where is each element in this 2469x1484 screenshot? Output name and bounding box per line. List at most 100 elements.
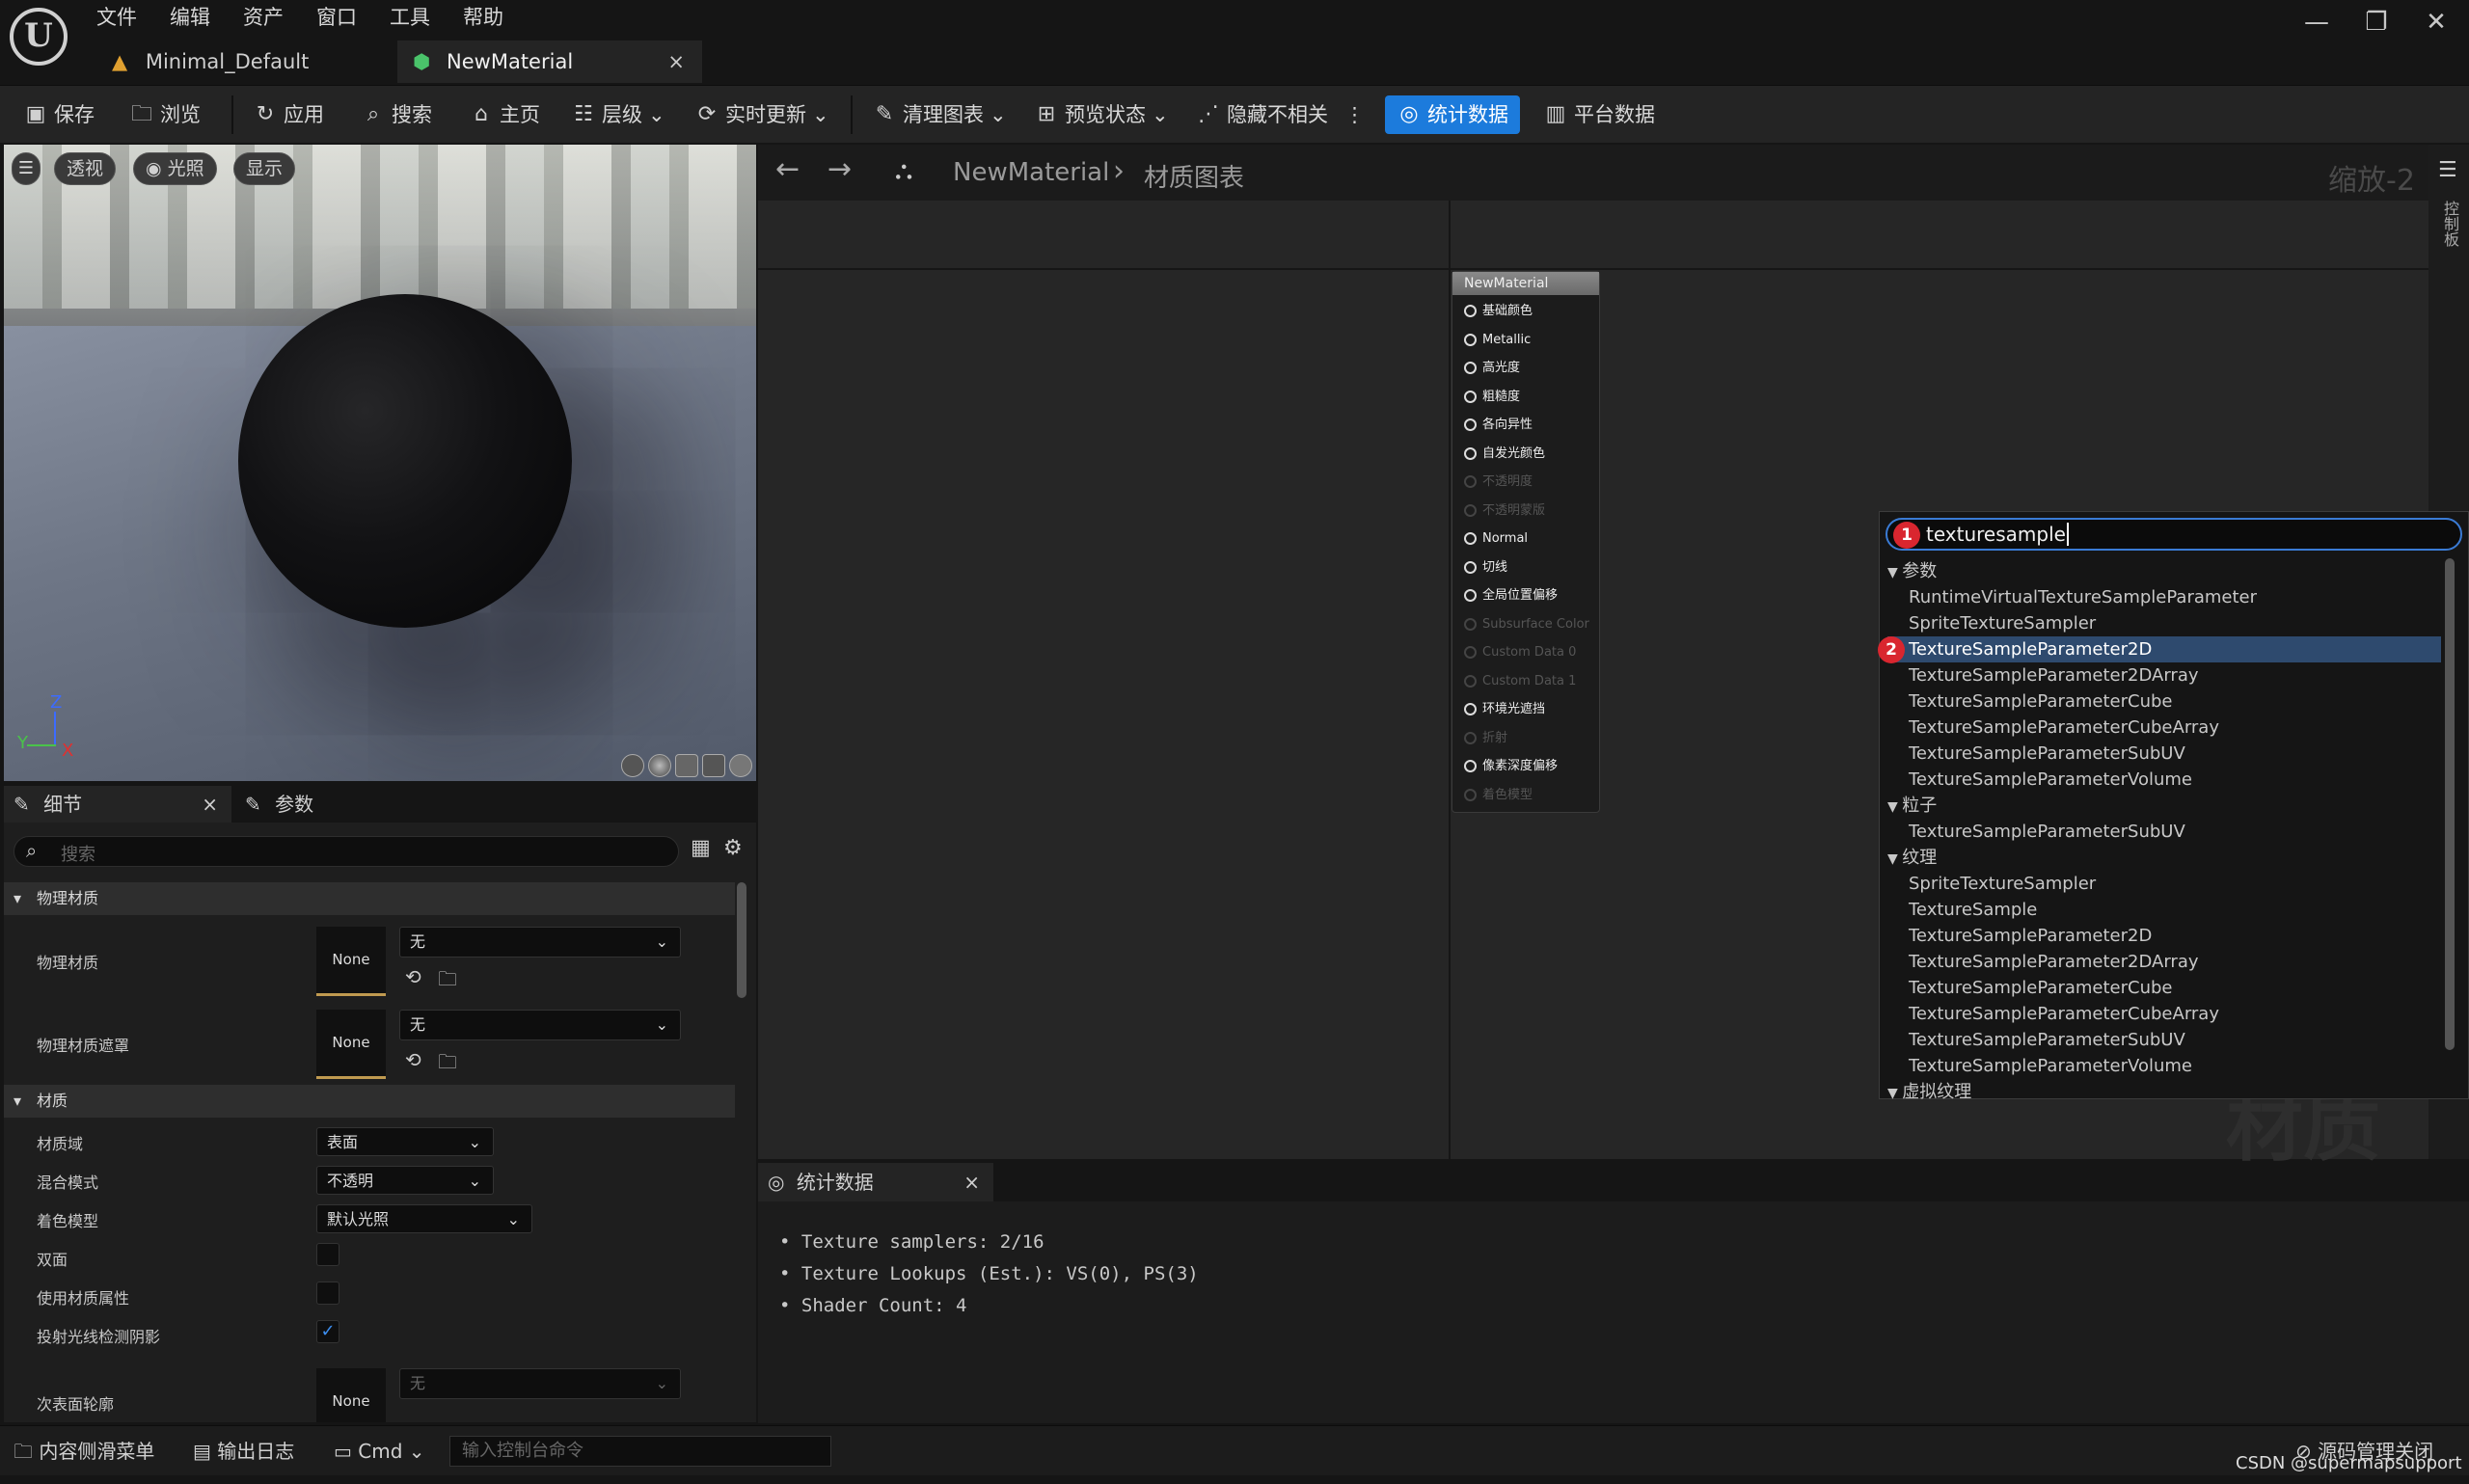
pin-circle-icon[interactable] bbox=[1464, 674, 1477, 688]
minimize-button[interactable]: — bbox=[2297, 8, 2336, 37]
browse-asset-icon[interactable]: 🗀 bbox=[438, 1048, 457, 1081]
settings-gear-icon[interactable]: ⚙ bbox=[723, 836, 743, 860]
material-domain-combo[interactable]: 表面 ⌄ bbox=[316, 1127, 494, 1156]
preview-state-dropdown[interactable]: ⊞ 预览状态 ⌄ bbox=[1034, 95, 1169, 134]
show-button[interactable]: 显示 bbox=[233, 152, 296, 185]
pin-circle-icon[interactable] bbox=[1464, 475, 1477, 488]
pin-circle-icon[interactable] bbox=[1464, 532, 1477, 545]
use-selected-icon[interactable]: ⟲ bbox=[405, 965, 421, 988]
node-pin[interactable]: 像素深度偏移 bbox=[1464, 752, 1558, 780]
node-pin[interactable]: 折射 bbox=[1464, 724, 1507, 752]
node-search-result[interactable]: TextureSampleParameter2DArray bbox=[1909, 662, 2199, 688]
apply-button[interactable]: ↻ 应用 bbox=[253, 95, 324, 134]
pin-circle-icon[interactable] bbox=[1464, 560, 1477, 574]
pin-circle-icon[interactable] bbox=[1464, 731, 1477, 744]
close-tab-icon[interactable]: × bbox=[963, 1163, 980, 1201]
breadcrumb-graph[interactable]: 材质图表 bbox=[1144, 158, 1244, 194]
node-search-result[interactable]: TextureSampleParameterCube bbox=[1909, 975, 2173, 1001]
breadcrumb-material[interactable]: NewMaterial bbox=[953, 158, 1109, 187]
pin-circle-icon[interactable] bbox=[1464, 418, 1477, 431]
live-update-dropdown[interactable]: ⟳ 实时更新 ⌄ bbox=[694, 95, 829, 134]
node-search-result[interactable]: TextureSampleParameter2D bbox=[1909, 923, 2152, 949]
menu-tools[interactable]: 工具 bbox=[390, 2, 430, 31]
category-header[interactable]: ▼ 粒子 bbox=[1887, 793, 1937, 819]
menu-file[interactable]: 文件 bbox=[96, 2, 137, 31]
node-pin[interactable]: 不透明度 bbox=[1464, 468, 1533, 496]
node-search-result[interactable]: TextureSampleParameterSubUV bbox=[1909, 741, 2185, 767]
node-search-result[interactable]: TextureSampleParameterCube bbox=[1909, 688, 2173, 715]
node-pin[interactable]: 不透明蒙版 bbox=[1464, 497, 1545, 525]
preview-viewport[interactable]: ☰ 透视 ◉ 光照 显示 Z Y X bbox=[4, 145, 756, 781]
cube-icon[interactable] bbox=[702, 754, 725, 777]
phys-mask-combo[interactable]: 无 ⌄ bbox=[399, 1010, 681, 1040]
menu-edit[interactable]: 编辑 bbox=[170, 2, 210, 31]
menu-window[interactable]: 窗口 bbox=[316, 2, 357, 31]
pin-circle-icon[interactable] bbox=[1464, 760, 1477, 772]
pin-circle-icon[interactable] bbox=[1464, 333, 1477, 346]
tab-minimal-default[interactable]: ▲ Minimal_Default bbox=[96, 40, 395, 83]
pin-circle-icon[interactable] bbox=[1464, 446, 1477, 460]
pin-circle-icon[interactable] bbox=[1464, 362, 1477, 374]
palette-menu-icon[interactable]: ☰ bbox=[2438, 158, 2457, 182]
node-pin[interactable]: Custom Data 1 bbox=[1464, 667, 1576, 695]
cmd-dropdown[interactable]: ▭ Cmd ⌄ bbox=[334, 1434, 425, 1469]
hierarchy-dropdown[interactable]: ☷ 层级 ⌄ bbox=[571, 95, 665, 134]
popup-scrollbar[interactable] bbox=[2445, 558, 2455, 1050]
node-pin[interactable]: 粗糙度 bbox=[1464, 383, 1520, 411]
cast-ray-traced-shadows-checkbox[interactable]: ✓ bbox=[316, 1320, 339, 1343]
section-material[interactable]: ▾ 材质 bbox=[4, 1085, 735, 1118]
node-pin[interactable]: Custom Data 0 bbox=[1464, 638, 1576, 666]
sphere-icon[interactable] bbox=[648, 754, 671, 777]
use-material-attributes-checkbox[interactable] bbox=[316, 1282, 339, 1305]
palette-tab[interactable]: 控制板 bbox=[2438, 201, 2461, 247]
forward-arrow-icon[interactable]: → bbox=[828, 152, 852, 186]
shading-model-combo[interactable]: 默认光照 ⌄ bbox=[316, 1204, 532, 1233]
phys-mask-thumbnail[interactable]: None bbox=[316, 1010, 386, 1079]
pin-circle-icon[interactable] bbox=[1464, 390, 1477, 403]
node-pin[interactable]: 全局位置偏移 bbox=[1464, 581, 1558, 609]
node-pin[interactable]: Subsurface Color bbox=[1464, 610, 1589, 638]
browse-asset-icon[interactable]: 🗀 bbox=[438, 965, 457, 998]
node-pin[interactable]: 切线 bbox=[1464, 553, 1507, 581]
subsurface-profile-thumbnail[interactable]: None bbox=[316, 1368, 386, 1422]
output-log-button[interactable]: ▤ 输出日志 bbox=[193, 1434, 294, 1469]
tab-stats[interactable]: ◎ 统计数据 × bbox=[758, 1163, 993, 1201]
node-search-result[interactable]: TextureSampleParameter2DArray bbox=[1909, 949, 2199, 975]
plane-icon[interactable] bbox=[675, 754, 698, 777]
node-pin[interactable]: Normal bbox=[1464, 525, 1528, 553]
perspective-button[interactable]: 透视 bbox=[54, 152, 117, 185]
pin-circle-icon[interactable] bbox=[1464, 589, 1477, 602]
tab-newmaterial[interactable]: ⬢ NewMaterial × bbox=[397, 40, 702, 83]
use-selected-icon[interactable]: ⟲ bbox=[405, 1048, 421, 1071]
node-search-result[interactable]: TextureSampleParameterSubUV bbox=[1909, 1027, 2185, 1053]
category-header[interactable]: ▼ 参数 bbox=[1887, 558, 1937, 584]
back-arrow-icon[interactable]: ← bbox=[775, 152, 800, 186]
node-search-result[interactable]: TextureSample bbox=[1909, 897, 2037, 923]
table-view-icon[interactable]: ▦ bbox=[691, 836, 711, 860]
pin-circle-icon[interactable] bbox=[1464, 788, 1477, 801]
category-header[interactable]: ▼ 虚拟纹理 bbox=[1887, 1079, 1971, 1105]
viewport-menu-icon[interactable]: ☰ bbox=[12, 152, 41, 185]
category-header[interactable]: ▼ 纹理 bbox=[1887, 845, 1937, 871]
pin-circle-icon[interactable] bbox=[1464, 703, 1477, 715]
node-pin[interactable]: Metallic bbox=[1464, 326, 1531, 354]
home-button[interactable]: ⌂ 主页 bbox=[469, 95, 540, 134]
platform-stats-button[interactable]: ▥ 平台数据 bbox=[1543, 95, 1655, 134]
details-search-input[interactable]: ⌕ 搜索 bbox=[14, 836, 679, 867]
pin-circle-icon[interactable] bbox=[1464, 305, 1477, 317]
teapot-icon[interactable] bbox=[729, 754, 752, 777]
lit-button[interactable]: ◉ 光照 bbox=[133, 152, 217, 185]
content-drawer-button[interactable]: 🗀 内容侧滑菜单 bbox=[14, 1434, 154, 1469]
node-search-result[interactable]: SpriteTextureSampler bbox=[1909, 871, 2096, 897]
details-scrollbar[interactable] bbox=[737, 882, 746, 998]
node-pin[interactable]: 高光度 bbox=[1464, 354, 1520, 382]
node-pin[interactable]: 自发光颜色 bbox=[1464, 440, 1545, 468]
node-search-result[interactable]: RuntimeVirtualTextureSampleParameter bbox=[1909, 584, 2257, 610]
node-pin[interactable]: 着色模型 bbox=[1464, 781, 1533, 809]
node-search-result[interactable]: TextureSampleParameterCubeArray bbox=[1909, 1001, 2219, 1027]
search-button[interactable]: ⌕ 搜索 bbox=[361, 95, 432, 134]
restore-button[interactable]: ❐ bbox=[2357, 8, 2396, 37]
unreal-logo-icon[interactable]: U bbox=[10, 8, 68, 66]
subsurface-profile-combo[interactable]: 无 ⌄ bbox=[399, 1368, 681, 1399]
browse-button[interactable]: 🗀 浏览 bbox=[129, 95, 201, 134]
